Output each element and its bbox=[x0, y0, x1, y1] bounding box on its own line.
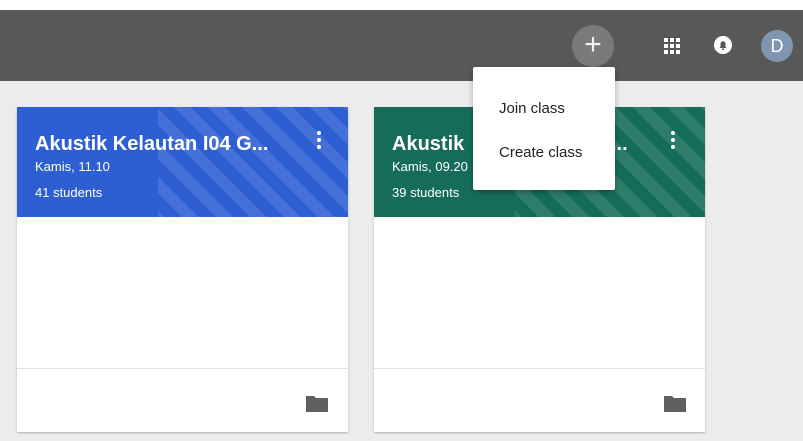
class-card[interactable]: Akustik Kelautan I04 G... Kamis, 11.10 4… bbox=[17, 107, 348, 432]
class-schedule: Kamis, 11.10 bbox=[35, 159, 110, 174]
class-student-count: 41 students bbox=[35, 185, 103, 200]
class-title[interactable]: Akustik Kelautan I04 G... bbox=[35, 133, 283, 156]
class-student-count: 39 students bbox=[392, 185, 460, 200]
card-divider bbox=[374, 368, 705, 369]
add-class-button[interactable]: + bbox=[572, 25, 614, 67]
avatar-initial: D bbox=[770, 36, 784, 56]
folder-icon[interactable] bbox=[305, 393, 329, 413]
create-class-menu-item[interactable]: Create class bbox=[499, 144, 582, 161]
apps-grid-icon[interactable] bbox=[664, 38, 680, 54]
more-options-icon[interactable] bbox=[670, 131, 676, 153]
app-header bbox=[0, 10, 803, 81]
top-strip bbox=[0, 0, 803, 10]
notifications-bell-icon[interactable] bbox=[713, 35, 733, 55]
class-title-ellipsis: ... bbox=[611, 133, 628, 155]
plus-icon: + bbox=[584, 28, 602, 61]
folder-icon[interactable] bbox=[663, 393, 687, 413]
class-schedule: Kamis, 09.20 bbox=[392, 159, 468, 174]
card-divider bbox=[17, 368, 348, 369]
join-class-menu-item[interactable]: Join class bbox=[499, 100, 565, 117]
add-class-menu: Join class Create class bbox=[473, 67, 615, 190]
user-avatar[interactable]: D bbox=[761, 30, 793, 62]
header-pattern bbox=[158, 107, 348, 217]
more-options-icon[interactable] bbox=[316, 131, 322, 153]
class-card-header[interactable]: Akustik Kelautan I04 G... Kamis, 11.10 4… bbox=[17, 107, 348, 217]
